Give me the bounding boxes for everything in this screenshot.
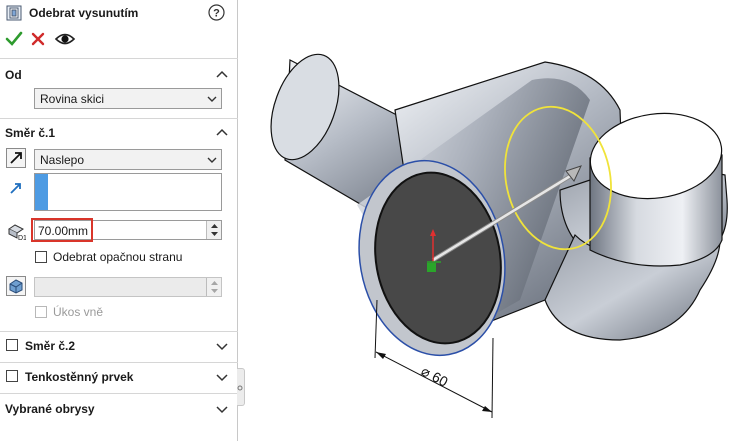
draft-outward-label: Úkos vně xyxy=(53,305,104,319)
chevron-up-icon[interactable] xyxy=(215,68,229,82)
draft-spin-buttons xyxy=(206,278,221,296)
divider xyxy=(0,118,238,119)
confirm-actions xyxy=(0,28,238,50)
property-manager-panel: Odebrat vysunutím ? Od Rovina skici Směr… xyxy=(0,0,238,441)
draft-icon[interactable] xyxy=(6,276,26,296)
from-combo[interactable]: Rovina skici xyxy=(34,88,222,109)
flip-side-label: Odebrat opačnou stranu xyxy=(53,250,183,264)
model-view[interactable]: ⌀ 60 xyxy=(246,0,750,441)
from-combo-value: Rovina skici xyxy=(40,92,105,106)
section-thin-feature-header[interactable]: Tenkostěnný prvek xyxy=(0,366,238,388)
svg-text:D1: D1 xyxy=(18,235,26,241)
grip-dot-icon xyxy=(237,385,243,391)
diameter-dimension-label[interactable]: ⌀ 60 xyxy=(419,363,451,390)
end-condition-combo[interactable]: Naslepo xyxy=(34,149,222,170)
section-direction1-title: Směr č.1 xyxy=(5,126,56,140)
section-from-header[interactable]: Od xyxy=(0,64,238,86)
thin-feature-checkbox[interactable] xyxy=(6,370,18,382)
divider xyxy=(0,58,238,59)
panel-header: Odebrat vysunutím ? xyxy=(0,0,238,26)
end-condition-value: Naslepo xyxy=(40,153,85,167)
flip-side-checkbox-box[interactable] xyxy=(35,251,47,263)
divider xyxy=(0,331,238,332)
chevron-up-icon[interactable] xyxy=(215,126,229,140)
chevron-down-icon[interactable] xyxy=(215,339,229,353)
direction2-checkbox[interactable] xyxy=(6,339,18,351)
divider xyxy=(0,362,238,363)
depth-dimension-icon: D1 xyxy=(8,224,26,241)
spin-arrows-icon[interactable] xyxy=(207,221,222,239)
chevron-down-icon[interactable] xyxy=(215,370,229,384)
preview-eye-icon[interactable] xyxy=(54,28,76,50)
section-selected-contours-header[interactable]: Vybrané obrysy xyxy=(0,398,238,420)
direction-selection-box[interactable] xyxy=(34,173,222,211)
reverse-direction-icon[interactable] xyxy=(6,148,26,168)
spin-arrows-icon xyxy=(211,281,218,293)
chevron-down-icon[interactable] xyxy=(215,402,229,416)
graphics-viewport[interactable]: ⌀ 60 xyxy=(246,0,750,441)
chevron-down-icon xyxy=(207,157,217,163)
draft-outward-checkbox-box xyxy=(35,306,47,318)
section-selected-contours-title: Vybrané obrysy xyxy=(5,402,95,416)
ok-checkmark-icon[interactable] xyxy=(4,28,24,50)
cancel-close-icon[interactable] xyxy=(28,28,48,50)
draft-angle-input xyxy=(34,277,222,297)
section-thin-feature-title: Tenkostěnný prvek xyxy=(25,370,134,384)
section-direction2-title: Směr č.2 xyxy=(25,339,76,353)
section-direction1-header[interactable]: Směr č.1 xyxy=(0,122,238,144)
help-circle-icon[interactable]: ? xyxy=(208,4,225,21)
depth-spin-buttons[interactable] xyxy=(206,221,221,239)
panel-resize-handle[interactable] xyxy=(237,368,245,406)
extruded-cut-icon xyxy=(6,5,22,21)
divider xyxy=(0,393,238,394)
panel-title: Odebrat vysunutím xyxy=(29,6,139,20)
section-from-title: Od xyxy=(5,68,22,82)
active-selection-indicator xyxy=(35,174,48,210)
section-direction2-header[interactable]: Směr č.2 xyxy=(0,335,238,357)
chevron-down-icon xyxy=(207,96,217,102)
direction-vector-icon xyxy=(10,183,21,194)
svg-text:?: ? xyxy=(213,8,220,20)
depth-highlight-frame xyxy=(31,218,93,242)
